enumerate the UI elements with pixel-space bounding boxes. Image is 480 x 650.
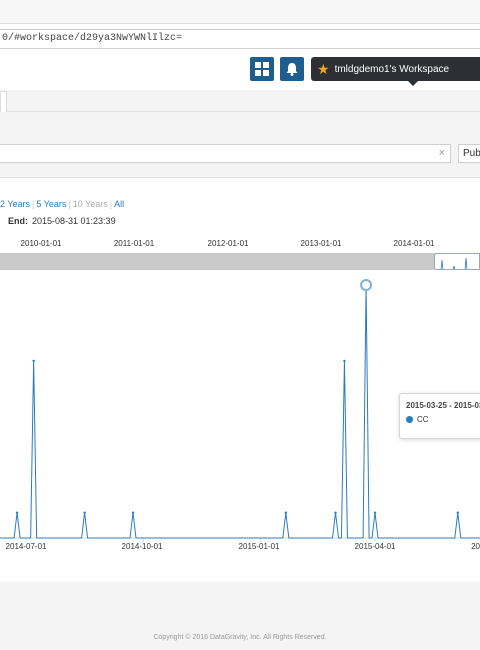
- highlighted-point[interactable]: [360, 279, 373, 291]
- copyright-text: Copyright © 2016 DataGravity, Inc. All R…: [153, 634, 327, 641]
- x-tick-label: 2015-01-01: [238, 542, 280, 551]
- x-tick-label: 2014-07-01: [5, 542, 47, 551]
- data-point[interactable]: [131, 511, 135, 514]
- x-tick-label: 2015-04-01: [354, 542, 396, 551]
- data-point[interactable]: [343, 359, 346, 363]
- series-color-dot: [406, 416, 413, 423]
- data-point[interactable]: [373, 511, 377, 514]
- data-point[interactable]: [83, 511, 86, 514]
- data-point[interactable]: [284, 511, 288, 514]
- x-tick-label: 2015: [471, 542, 480, 551]
- tooltip-series-row: CC: [406, 415, 478, 424]
- tooltip-title: 2015-03-25 - 2015-03: [406, 401, 480, 410]
- timeline-chart: [0, 279, 480, 542]
- data-point[interactable]: [32, 359, 35, 363]
- chart-tooltip: 2015-03-25 - 2015-03 CC: [399, 393, 480, 439]
- data-point[interactable]: [15, 511, 19, 514]
- data-point[interactable]: [456, 511, 459, 514]
- data-point[interactable]: [334, 511, 337, 514]
- tooltip-series-name: CC: [417, 415, 429, 424]
- x-tick-label: 2014-10-01: [121, 542, 163, 551]
